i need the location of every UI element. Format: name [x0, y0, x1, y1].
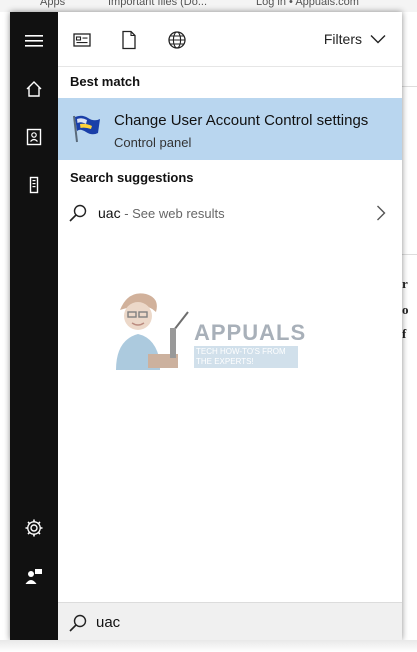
- home-button[interactable]: [10, 65, 58, 113]
- chevron-right-icon[interactable]: [376, 205, 386, 221]
- bottom-shadow: [0, 640, 417, 652]
- background-text-fragment: r: [402, 276, 408, 291]
- tab-web[interactable]: [165, 28, 189, 52]
- feedback-icon: [25, 569, 42, 584]
- search-box[interactable]: [58, 602, 402, 641]
- mascot-logo-icon: [116, 293, 189, 370]
- start-search-menu: Filters Best match Change User Account C…: [10, 12, 402, 641]
- best-match-subtitle: Control panel: [114, 135, 192, 150]
- background-divider: [402, 86, 417, 87]
- notebook-icon: [26, 128, 42, 146]
- hamburger-menu-button[interactable]: [10, 17, 58, 65]
- home-icon: [26, 81, 42, 97]
- search-input[interactable]: [96, 610, 386, 634]
- background-divider: [402, 254, 417, 255]
- best-match-title: Change User Account Control settings: [114, 112, 369, 129]
- apps-icon: [73, 33, 91, 47]
- hamburger-menu-icon: [25, 35, 43, 47]
- notebook-button[interactable]: [10, 113, 58, 161]
- filters-dropdown[interactable]: Filters: [324, 31, 386, 47]
- search-results-panel: Filters Best match Change User Account C…: [58, 12, 402, 641]
- watermark-tagline: TECH HOW-TO'S FROM THE EXPERTS!: [194, 346, 298, 368]
- bookmark-important-files: Important files (Do...: [108, 0, 208, 8]
- left-rail: [10, 12, 58, 640]
- settings-gear-icon: [25, 519, 43, 537]
- bookmark-apps: Apps: [40, 0, 66, 8]
- feedback-button[interactable]: [10, 552, 58, 600]
- best-match-result[interactable]: Change User Account Control settings Con…: [58, 98, 402, 160]
- appuals-watermark: APPUALS TECH HOW-TO'S FROM THE EXPERTS!: [98, 282, 305, 392]
- bookmark-login: Log in • Appuals.com: [256, 0, 359, 8]
- suggestion-suffix: - See web results: [120, 206, 225, 221]
- tab-apps[interactable]: [70, 28, 94, 52]
- watermark-brand: APPUALS: [194, 320, 307, 345]
- background-bookmarks-bar: Apps Important files (Do... Log in • App…: [0, 0, 417, 12]
- settings-button[interactable]: [10, 504, 58, 552]
- chevron-down-icon: [370, 35, 386, 44]
- filters-label: Filters: [323, 31, 362, 47]
- device-icon: [29, 176, 39, 194]
- device-button[interactable]: [10, 161, 58, 209]
- screenshot-frame: Apps Important files (Do... Log in • App…: [0, 0, 417, 652]
- background-text-fragment: o: [402, 302, 409, 317]
- documents-icon: [122, 30, 136, 50]
- background-text-fragment: f: [402, 326, 407, 341]
- background-page-edge: r o f: [402, 12, 417, 640]
- search-icon: [69, 204, 87, 222]
- suggestion-query: uac: [98, 205, 121, 221]
- web-globe-icon: [168, 31, 186, 49]
- search-suggestions-heading: Search suggestions: [70, 170, 194, 185]
- results-toolbar: Filters: [58, 12, 402, 67]
- search-icon: [69, 614, 87, 632]
- uac-flag-icon: [73, 115, 100, 143]
- best-match-heading: Best match: [70, 74, 141, 89]
- tab-documents[interactable]: [117, 28, 141, 52]
- suggestion-item[interactable]: uac - See web results: [58, 196, 402, 228]
- suggestion-text: uac - See web results: [98, 205, 225, 221]
